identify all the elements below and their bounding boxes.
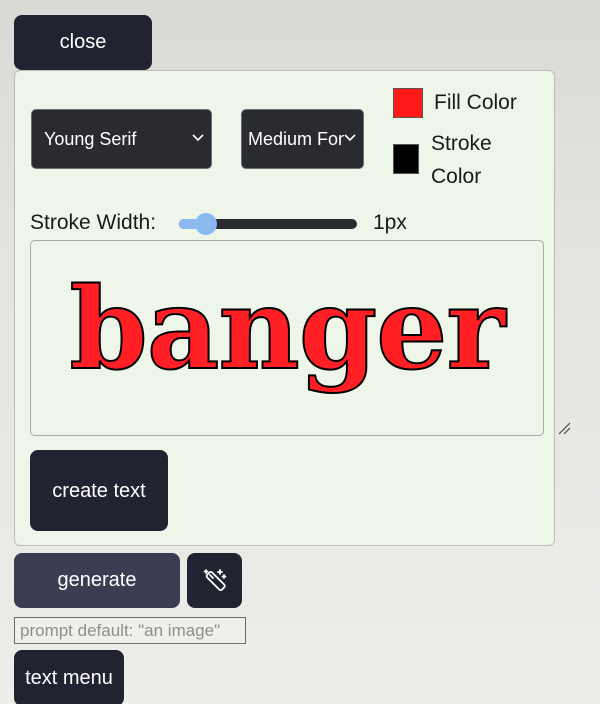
fill-color-picker[interactable] <box>393 88 423 118</box>
text-menu-button[interactable]: text menu <box>14 650 124 704</box>
stroke-color-picker[interactable] <box>393 144 419 174</box>
fill-color-label: Fill Color <box>434 91 517 114</box>
create-text-button[interactable]: create text <box>30 450 168 531</box>
stroke-width-label: Stroke Width: <box>30 211 157 234</box>
font-family-value: Young Serif <box>44 128 137 149</box>
generate-button[interactable]: generate <box>14 553 180 608</box>
magic-wand-button[interactable] <box>187 553 242 608</box>
font-size-select[interactable]: Medium Font <box>241 109 364 169</box>
text-options-panel: Young Serif Medium Font Fill Color Strok… <box>14 70 571 546</box>
close-button[interactable]: close <box>14 15 152 70</box>
font-size-value: Medium Font <box>248 128 344 149</box>
stroke-color-label: Stroke Color <box>431 132 492 188</box>
chevron-down-icon <box>344 134 356 142</box>
text-preview-area[interactable]: banger <box>30 240 544 436</box>
prompt-input[interactable] <box>14 617 246 644</box>
magic-wand-icon <box>203 568 226 591</box>
font-family-select[interactable]: Young Serif <box>31 109 212 169</box>
stroke-width-value: 1px <box>373 211 407 234</box>
chevron-down-icon <box>192 134 204 142</box>
slider-thumb[interactable] <box>194 213 217 235</box>
preview-text: banger <box>69 263 507 396</box>
resize-handle-icon[interactable] <box>557 421 571 435</box>
